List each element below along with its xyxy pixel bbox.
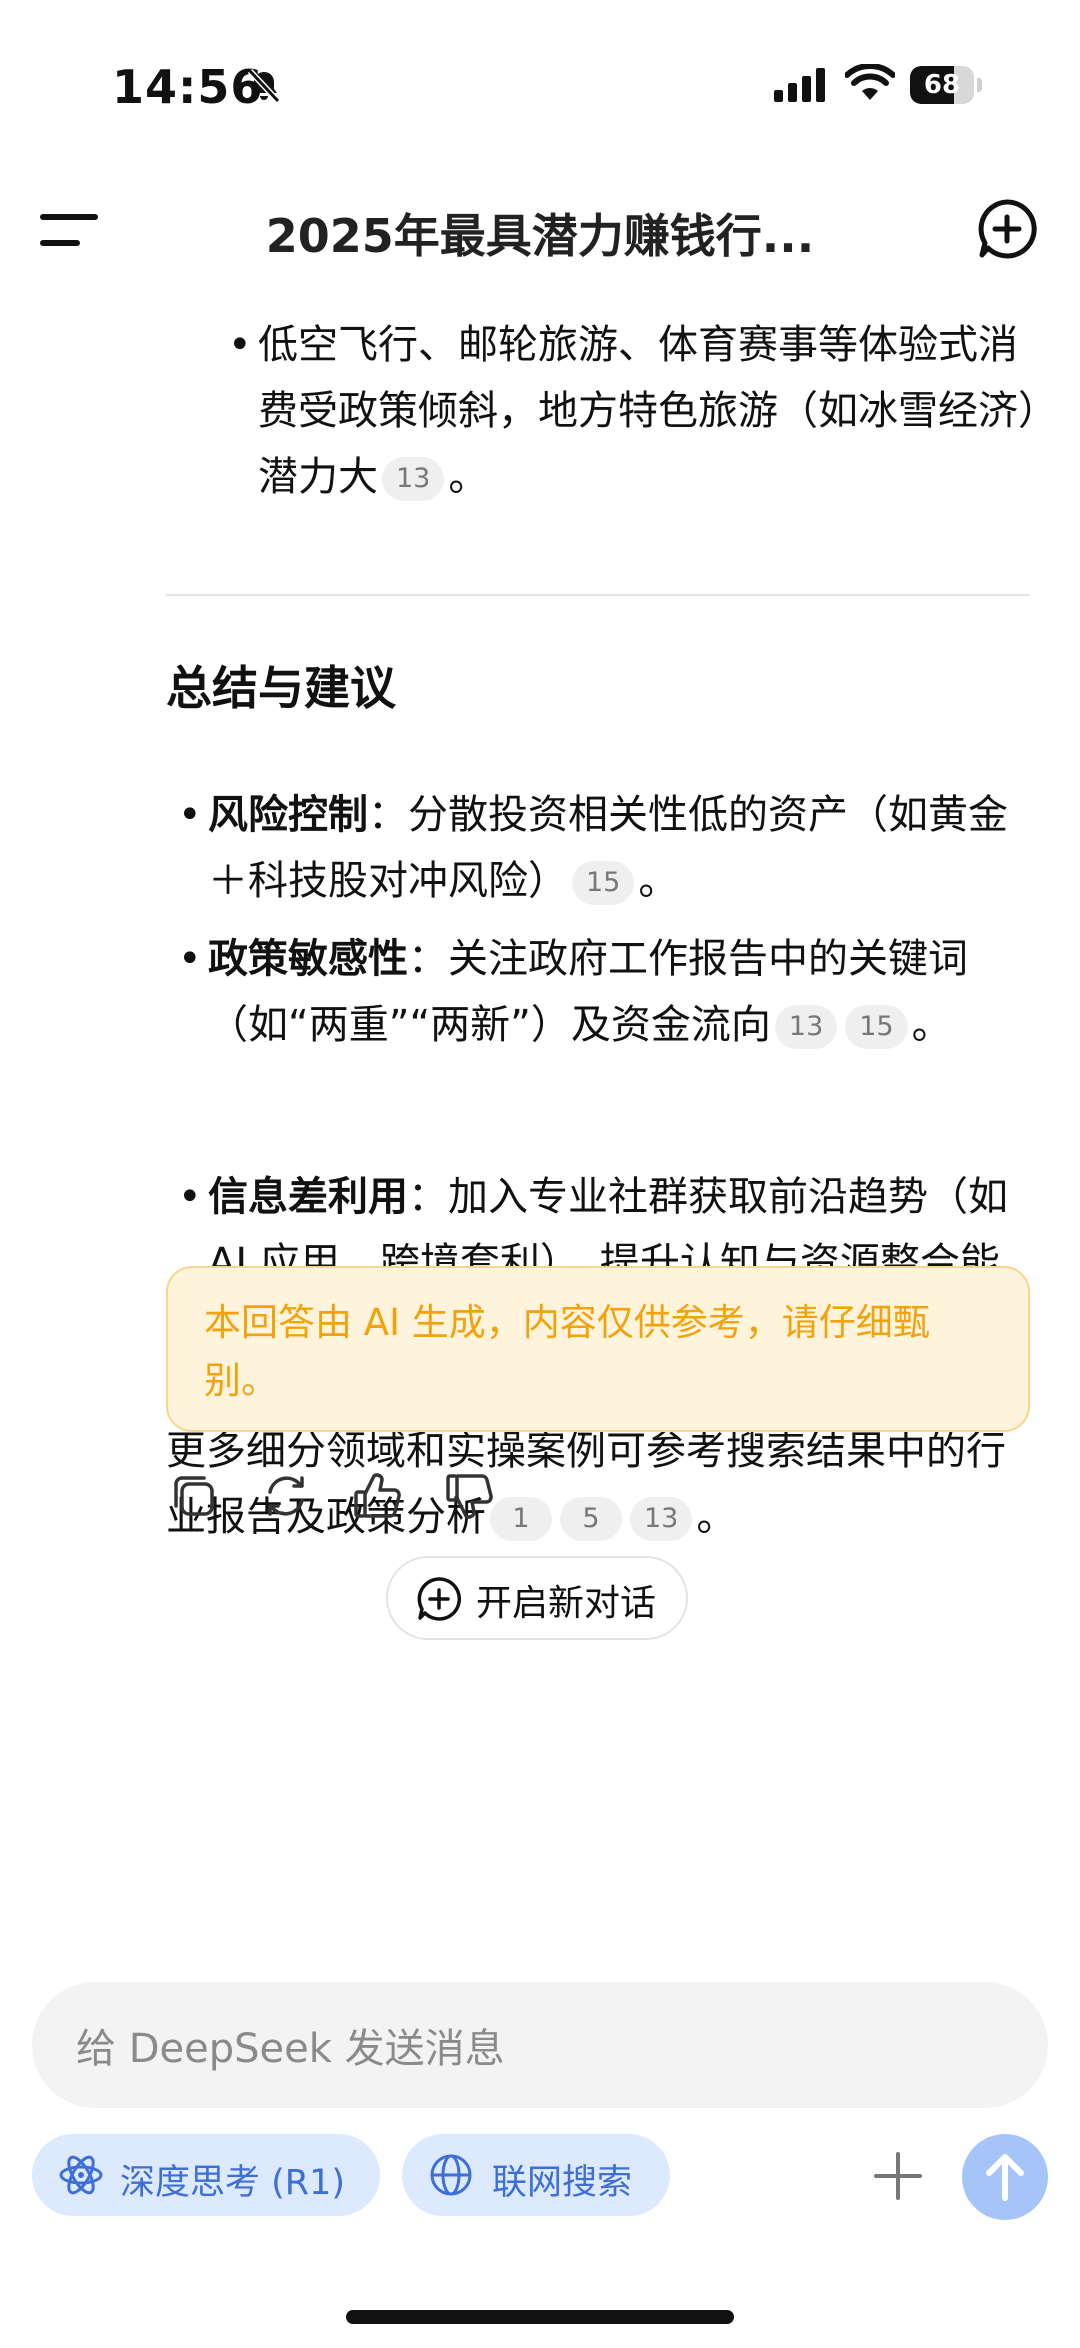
wifi-icon bbox=[845, 64, 895, 100]
status-time: 14:56 bbox=[112, 60, 264, 114]
citation-badge[interactable]: 15 bbox=[572, 861, 635, 905]
regenerate-icon[interactable] bbox=[258, 1468, 314, 1524]
section-heading: 总结与建议 bbox=[166, 661, 396, 715]
thumbs-down-icon[interactable] bbox=[442, 1468, 498, 1524]
citation-badge[interactable]: 1 bbox=[490, 1497, 552, 1541]
send-button[interactable] bbox=[962, 2134, 1048, 2220]
citation-badge[interactable]: 13 bbox=[774, 1005, 838, 1049]
arrow-up-icon bbox=[986, 2154, 1024, 2201]
thumbs-up-icon[interactable] bbox=[350, 1468, 406, 1524]
conversation-title: 2025年最具潜力赚钱行... bbox=[265, 209, 815, 263]
deep-think-label: 深度思考 (R1) bbox=[120, 2163, 346, 2203]
new-chat-icon[interactable] bbox=[976, 198, 1038, 260]
attach-plus-icon[interactable] bbox=[870, 2148, 926, 2204]
new-dialog-label: 开启新对话 bbox=[476, 1583, 657, 1624]
ai-disclaimer-notice: 本回答由 AI 生成，内容仅供参考，请仔细甄别。 bbox=[166, 1266, 1030, 1432]
status-bar: 14:56 68 bbox=[0, 0, 1080, 130]
home-indicator bbox=[346, 2310, 734, 2324]
deep-think-toggle[interactable]: 深度思考 (R1) bbox=[32, 2134, 380, 2216]
battery-indicator: 68 bbox=[910, 66, 982, 104]
bell-muted-icon bbox=[247, 68, 281, 104]
copy-icon[interactable] bbox=[166, 1468, 222, 1524]
chat-plus-icon bbox=[417, 1577, 462, 1621]
message-input-placeholder: 给 DeepSeek 发送消息 bbox=[76, 2026, 505, 2072]
globe-icon bbox=[430, 2154, 472, 2196]
citation-badge[interactable]: 5 bbox=[560, 1497, 622, 1541]
message-input[interactable]: 给 DeepSeek 发送消息 bbox=[32, 1982, 1048, 2108]
battery-percentage: 68 bbox=[923, 70, 961, 100]
web-search-label: 联网搜索 bbox=[492, 2163, 633, 2203]
citation-badge[interactable]: 13 bbox=[382, 457, 445, 501]
atom-icon bbox=[59, 2155, 103, 2195]
citation-badge[interactable]: 15 bbox=[845, 1005, 908, 1049]
list-item: 风险控制：分散投资相关性低的资产（如黄金＋科技股对冲风险）15。 bbox=[178, 782, 1028, 914]
divider bbox=[166, 594, 1030, 596]
menu-button[interactable] bbox=[40, 210, 98, 250]
web-search-toggle[interactable]: 联网搜索 bbox=[402, 2134, 670, 2216]
citation-badge[interactable]: 13 bbox=[630, 1497, 693, 1541]
cellular-signal-icon bbox=[774, 68, 825, 102]
list-item: 政策敏感性：关注政府工作报告中的关键词（如“两重”“两新”）及资金流向1315。 bbox=[178, 926, 1028, 1058]
new-dialog-button[interactable]: 开启新对话 bbox=[386, 1556, 688, 1640]
top-navigation: 2025年最具潜力赚钱行... bbox=[0, 170, 1080, 290]
list-item: 低空飞行、邮轮旅游、体育赛事等体验式消费受政策倾斜，地方特色旅游（如冰雪经济）潜… bbox=[228, 312, 1040, 510]
